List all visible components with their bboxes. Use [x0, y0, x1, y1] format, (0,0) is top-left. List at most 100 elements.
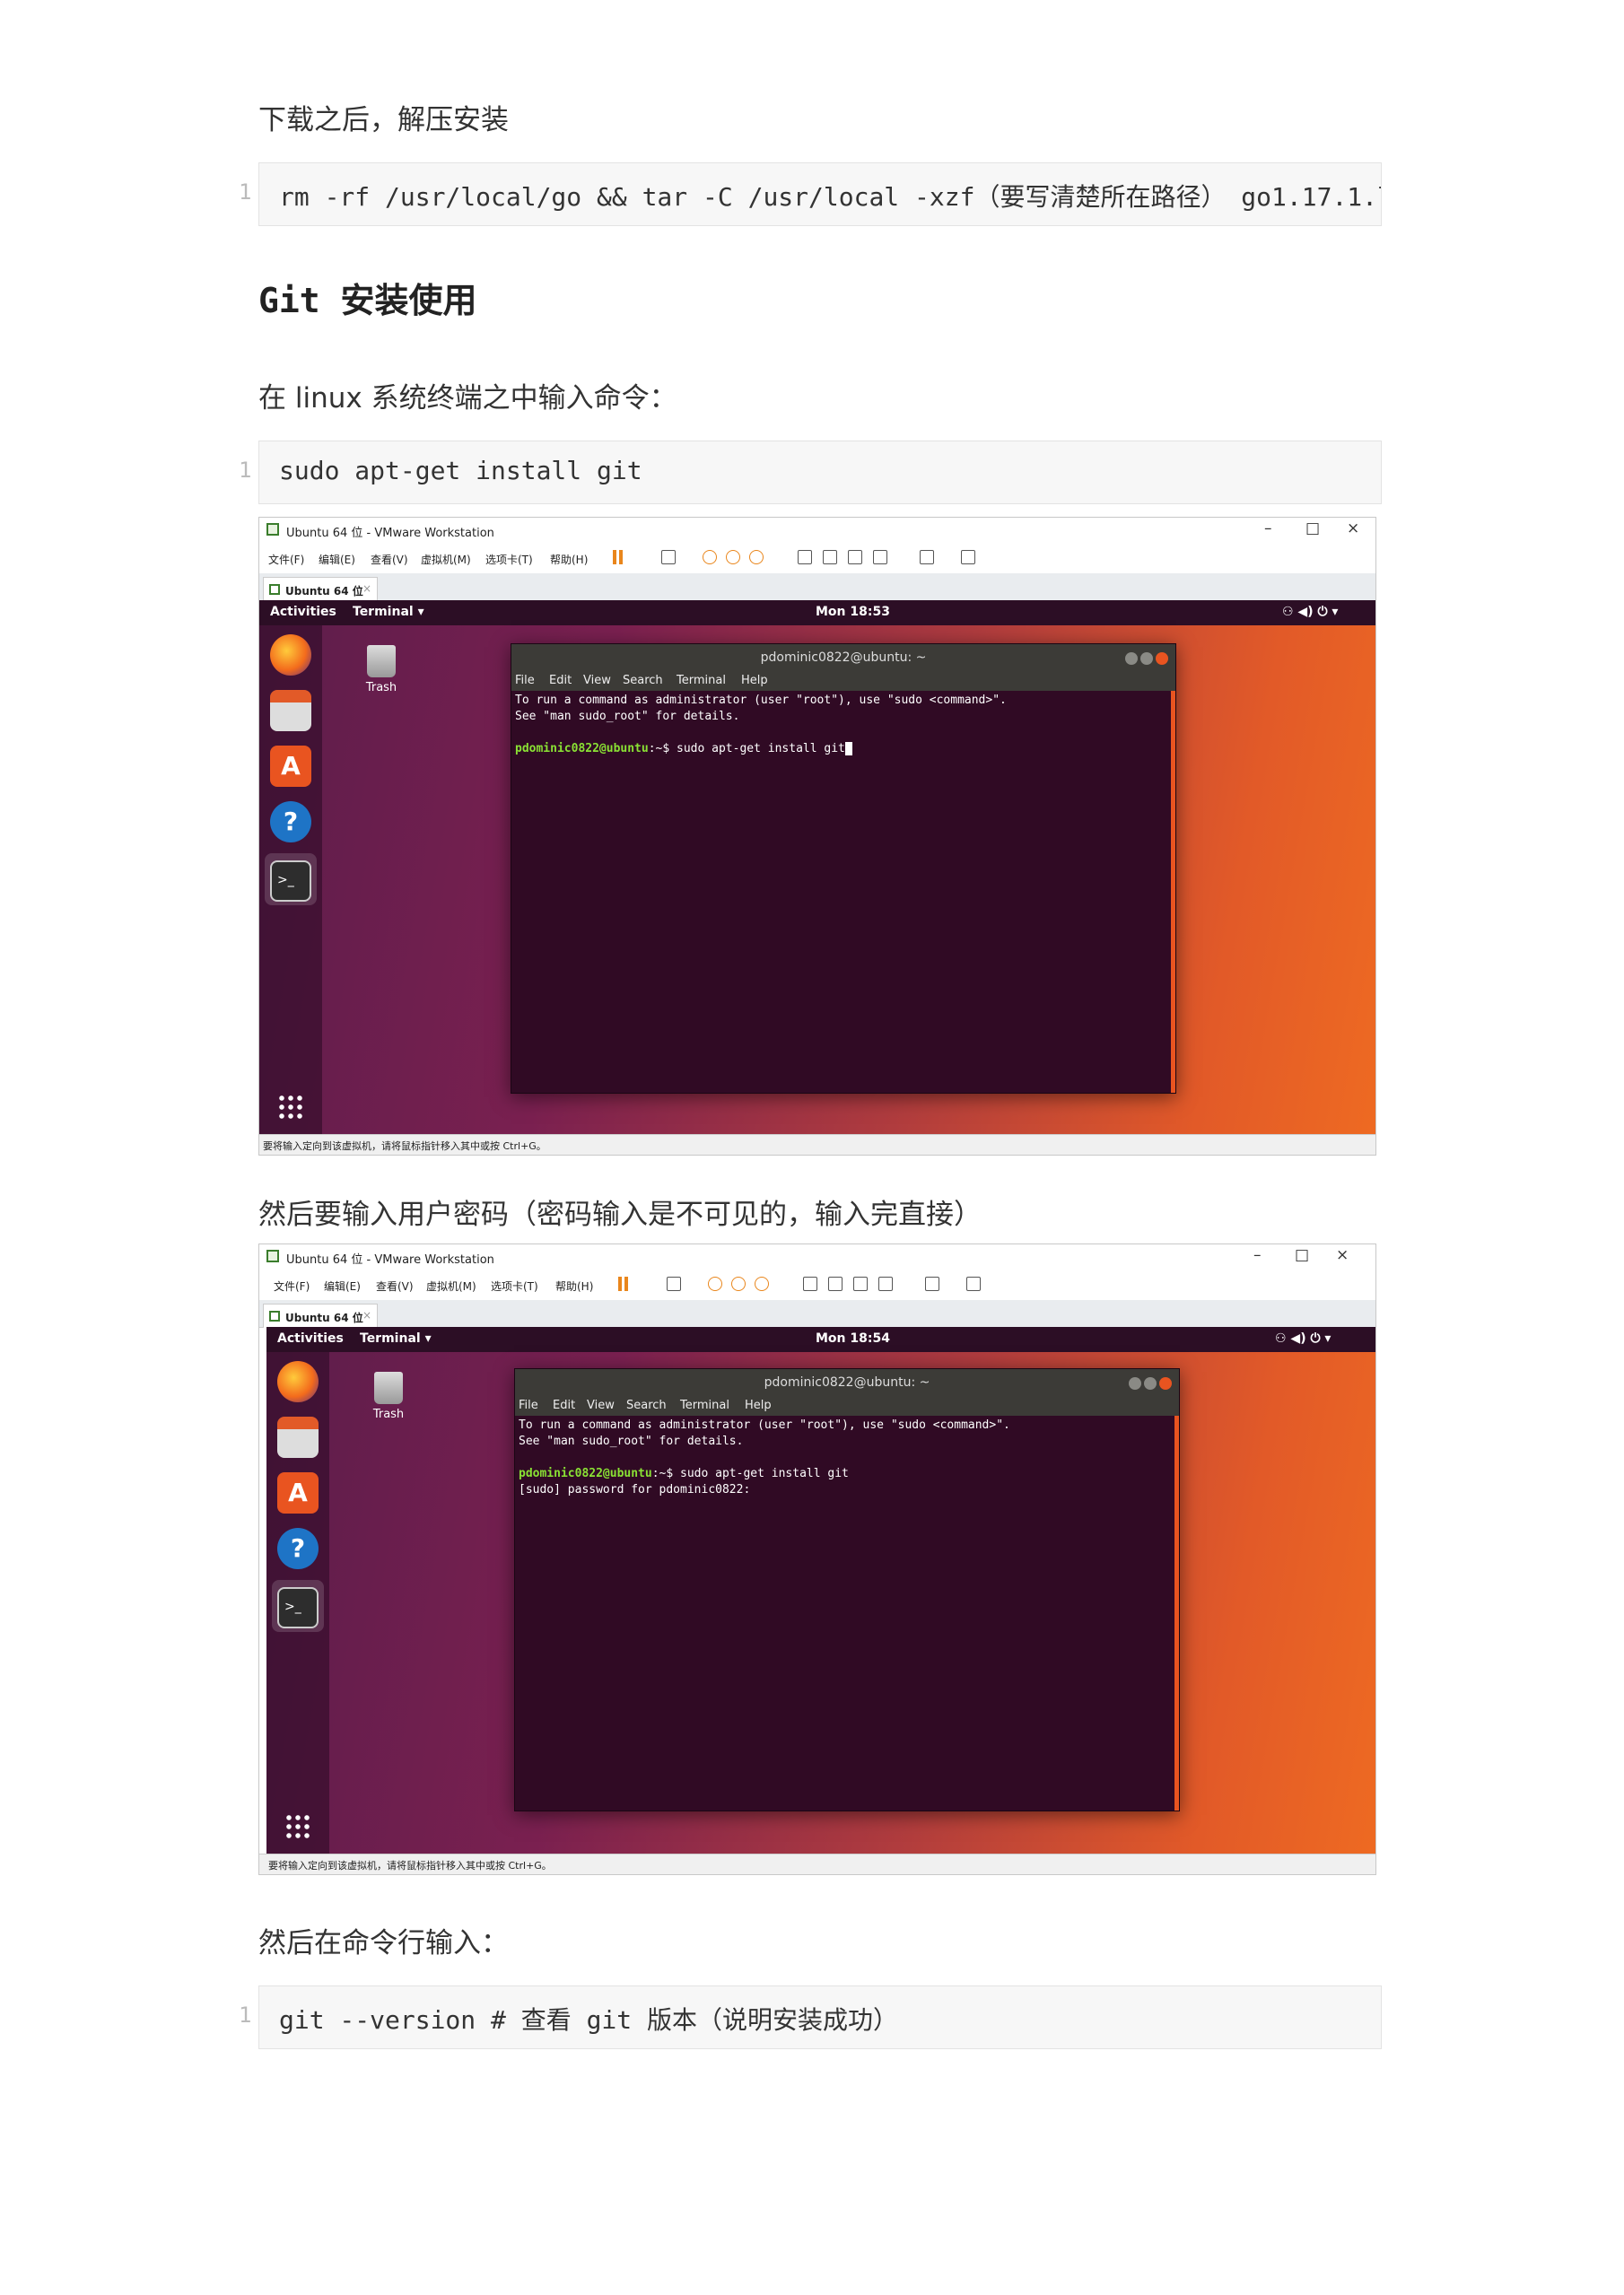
term-menu-file[interactable]: File	[519, 1399, 538, 1412]
activities-button[interactable]: Activities	[270, 605, 336, 619]
term-menu-search[interactable]: Search	[623, 674, 663, 687]
activities-button[interactable]: Activities	[277, 1331, 344, 1346]
snapshot-manager-icon[interactable]	[749, 550, 764, 564]
console-icon[interactable]	[925, 1277, 939, 1291]
help-icon[interactable]: ?	[277, 1528, 319, 1569]
minimize-icon[interactable]: –	[1253, 1246, 1262, 1264]
unity-icon[interactable]	[873, 550, 887, 564]
snapshot-icon[interactable]	[703, 550, 717, 564]
term-menu-file[interactable]: File	[515, 674, 535, 687]
firefox-icon[interactable]	[277, 1361, 319, 1402]
send-keys-icon[interactable]	[661, 550, 676, 564]
terminal-icon[interactable]: >_	[270, 860, 311, 902]
term-menu-help[interactable]: Help	[745, 1399, 772, 1412]
code-block-git-version[interactable]: git --version # 查看 git 版本（说明安装成功）	[258, 1985, 1382, 2049]
vm-tab-icon	[269, 1311, 280, 1322]
ubuntu-desktop[interactable]: Activities Terminal ▾ Mon 18:53 ⚇ ◀) ⏻ ▾…	[259, 600, 1375, 1137]
close-icon[interactable]: ×	[1347, 519, 1359, 537]
code-block-apt-get[interactable]: sudo apt-get install git	[258, 441, 1382, 504]
thumbnail-icon[interactable]	[823, 550, 837, 564]
terminal-output[interactable]: To run a command as administrator (user …	[515, 693, 1007, 757]
library-icon[interactable]	[803, 1277, 817, 1291]
fullscreen-icon[interactable]	[848, 550, 862, 564]
tab-ubuntu[interactable]: Ubuntu 64 位 ×	[263, 577, 378, 601]
tab-label: Ubuntu 64 位	[285, 585, 363, 598]
term-command: :~$ sudo apt-get install git	[648, 742, 845, 755]
term-menu-view[interactable]: View	[587, 1399, 615, 1412]
console-icon[interactable]	[920, 550, 934, 564]
maximize-icon[interactable]: □	[1295, 1246, 1309, 1264]
fullscreen-icon[interactable]	[853, 1277, 868, 1291]
term-prompt: pdominic0822@ubuntu	[515, 742, 649, 755]
terminal-output[interactable]: To run a command as administrator (user …	[519, 1418, 1010, 1498]
trash-desktop-icon[interactable]: Trash	[354, 645, 408, 694]
menu-tabs[interactable]: 选项卡(T)	[491, 1278, 538, 1294]
pause-icon[interactable]	[613, 550, 624, 564]
terminal-app-menu[interactable]: Terminal ▾	[360, 1331, 432, 1346]
menu-edit[interactable]: 编辑(E)	[319, 552, 355, 567]
menu-vm[interactable]: 虚拟机(M)	[426, 1278, 476, 1294]
revert-snapshot-icon[interactable]	[731, 1277, 746, 1291]
term-menu-search[interactable]: Search	[626, 1399, 667, 1412]
system-tray-icons[interactable]: ⚇ ◀) ⏻ ▾	[1282, 605, 1338, 619]
vm-statusbar: 要将输入定向到该虚拟机，请将鼠标指针移入其中或按 Ctrl+G。	[259, 1854, 1375, 1874]
terminal-window[interactable]: pdominic0822@ubuntu: ~ File Edit View Se…	[511, 643, 1176, 1094]
menu-help[interactable]: 帮助(H)	[550, 552, 588, 567]
maximize-icon[interactable]: □	[1305, 519, 1320, 537]
term-menu-terminal[interactable]: Terminal	[677, 674, 726, 687]
status-hint: 要将输入定向到该虚拟机，请将鼠标指针移入其中或按 Ctrl+G。	[263, 1140, 546, 1152]
trash-desktop-icon[interactable]: Trash	[362, 1372, 415, 1421]
menu-tabs[interactable]: 选项卡(T)	[485, 552, 533, 567]
clock[interactable]: Mon 18:54	[816, 1331, 890, 1346]
term-menu-help[interactable]: Help	[741, 674, 768, 687]
paragraph-linux-cmd: 在 linux 系统终端之中输入命令：	[258, 382, 677, 414]
tab-ubuntu[interactable]: Ubuntu 64 位 ×	[263, 1304, 378, 1328]
tab-close-icon[interactable]: ×	[362, 1309, 371, 1322]
pause-icon[interactable]	[618, 1277, 629, 1291]
tab-close-icon[interactable]: ×	[362, 582, 371, 595]
close-icon[interactable]: ×	[1336, 1246, 1349, 1264]
terminal-app-menu[interactable]: Terminal ▾	[353, 605, 424, 619]
menu-file[interactable]: 文件(F)	[268, 552, 304, 567]
thumbnail-icon[interactable]	[828, 1277, 843, 1291]
revert-snapshot-icon[interactable]	[726, 550, 740, 564]
terminal-scrollbar[interactable]	[1174, 1416, 1179, 1811]
paragraph-download: 下载之后，解压安装	[258, 104, 509, 136]
snapshot-icon[interactable]	[708, 1277, 722, 1291]
menu-view[interactable]: 查看(V)	[371, 552, 408, 567]
stretch-icon[interactable]	[966, 1277, 981, 1291]
send-keys-icon[interactable]	[667, 1277, 681, 1291]
help-icon[interactable]: ?	[270, 801, 311, 842]
library-icon[interactable]	[798, 550, 812, 564]
menu-file[interactable]: 文件(F)	[274, 1278, 310, 1294]
files-icon[interactable]	[277, 1417, 319, 1458]
software-center-icon[interactable]: A	[277, 1472, 319, 1514]
minimize-icon[interactable]: –	[1264, 519, 1272, 537]
terminal-scrollbar[interactable]	[1171, 691, 1175, 1093]
vm-statusbar: 要将输入定向到该虚拟机，请将鼠标指针移入其中或按 Ctrl+G。	[259, 1134, 1375, 1155]
term-menu-edit[interactable]: Edit	[549, 674, 572, 687]
menu-vm[interactable]: 虚拟机(M)	[421, 552, 471, 567]
show-apps-icon[interactable]	[284, 1813, 311, 1840]
term-menu-view[interactable]: View	[583, 674, 611, 687]
menu-edit[interactable]: 编辑(E)	[324, 1278, 361, 1294]
clock[interactable]: Mon 18:53	[816, 605, 890, 619]
term-menu-terminal[interactable]: Terminal	[680, 1399, 729, 1412]
terminal-window[interactable]: pdominic0822@ubuntu: ~ File Edit View Se…	[514, 1368, 1180, 1811]
unity-icon[interactable]	[878, 1277, 893, 1291]
show-apps-icon[interactable]	[277, 1094, 304, 1121]
software-center-icon[interactable]: A	[270, 746, 311, 787]
files-icon[interactable]	[270, 690, 311, 731]
menu-view[interactable]: 查看(V)	[376, 1278, 414, 1294]
snapshot-manager-icon[interactable]	[755, 1277, 769, 1291]
term-menu-edit[interactable]: Edit	[553, 1399, 575, 1412]
firefox-icon[interactable]	[270, 634, 311, 676]
menu-help[interactable]: 帮助(H)	[555, 1278, 593, 1294]
terminal-window-buttons[interactable]	[1122, 651, 1168, 668]
ubuntu-desktop[interactable]: Activities Terminal ▾ Mon 18:54 ⚇ ◀) ⏻ ▾…	[266, 1327, 1375, 1856]
terminal-window-buttons[interactable]	[1126, 1376, 1172, 1393]
code-block-extract[interactable]: rm -rf /usr/local/go && tar -C /usr/loca…	[258, 162, 1382, 226]
terminal-icon[interactable]: >_	[277, 1587, 319, 1628]
stretch-icon[interactable]	[961, 550, 975, 564]
system-tray-icons[interactable]: ⚇ ◀) ⏻ ▾	[1275, 1331, 1331, 1346]
